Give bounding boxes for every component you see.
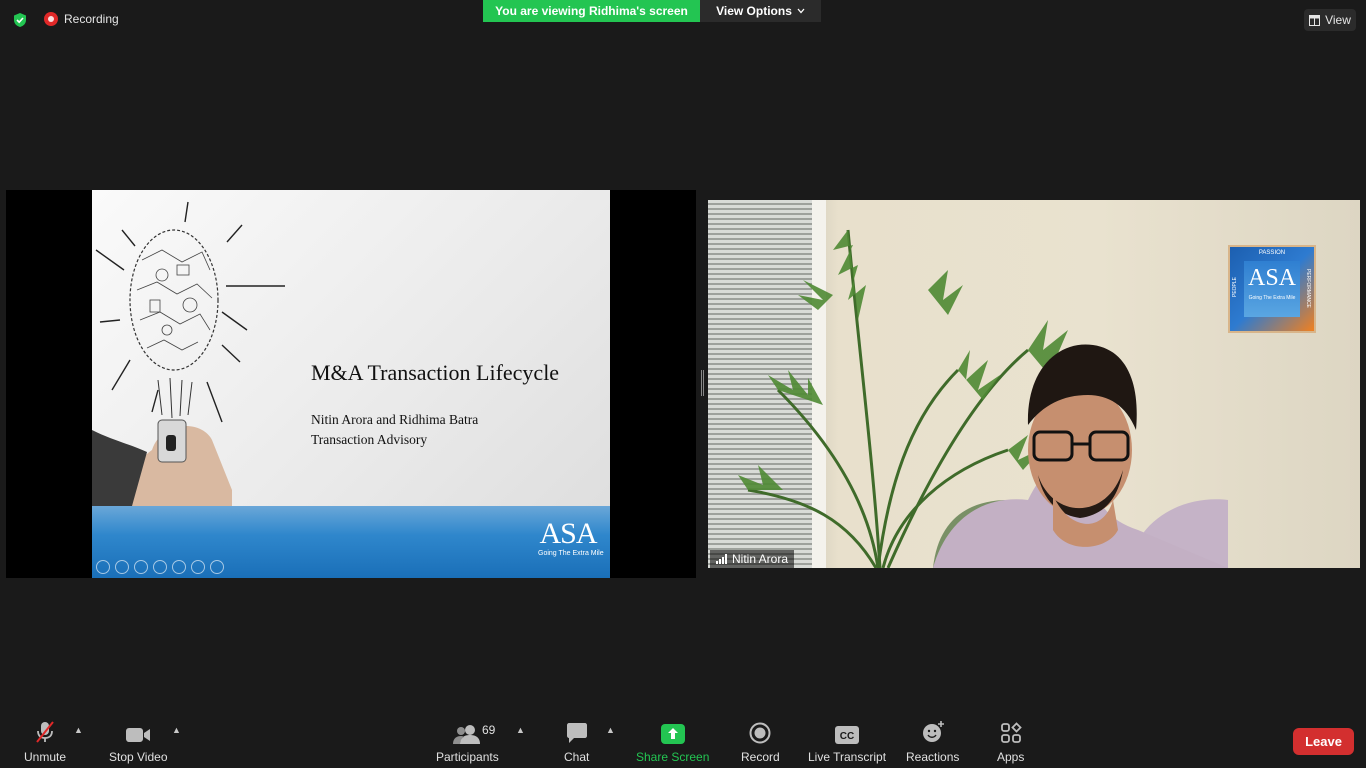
viewing-screen-banner: You are viewing Ridhima's screen — [483, 0, 700, 22]
participant-video-tile[interactable]: PASSION PEOPLE PERFORMANCE ASA Going The… — [708, 200, 1360, 568]
security-shield-icon[interactable] — [12, 12, 28, 28]
panel-splitter-handle[interactable] — [701, 370, 704, 396]
poster-logo: ASA Going The Extra Mile — [1244, 261, 1300, 317]
participants-options-caret-icon[interactable]: ▲ — [516, 725, 525, 735]
more-options-icon[interactable] — [210, 560, 224, 574]
lightbulb-sketch-illustration — [92, 201, 285, 506]
poster-tagline: Going The Extra Mile — [1248, 295, 1296, 301]
live-transcript-label: Live Transcript — [808, 750, 887, 764]
pen-icon[interactable] — [134, 560, 148, 574]
record-button[interactable]: Record — [741, 720, 780, 764]
meeting-controls-toolbar: Unmute ▲ Stop Video ▲ Participants 69 ▲ … — [0, 710, 1366, 768]
people-icon — [453, 725, 481, 744]
chat-bubble-icon — [566, 723, 587, 743]
poster-performance-text: PERFORMANCE — [1305, 269, 1311, 308]
presentation-slide: M&A Transaction Lifecycle Nitin Arora an… — [92, 190, 610, 578]
subtitle-icon[interactable] — [191, 560, 205, 574]
slide-title: M&A Transaction Lifecycle — [311, 360, 560, 385]
view-layout-button[interactable]: View — [1304, 9, 1356, 31]
live-transcript-button[interactable]: CC Live Transcript — [808, 720, 886, 764]
zoom-meeting-window: Recording You are viewing Ridhima's scre… — [0, 0, 1366, 768]
chat-options-caret-icon[interactable]: ▲ — [606, 725, 615, 735]
unmute-label: Unmute — [24, 750, 67, 764]
chat-button[interactable]: Chat — [564, 720, 589, 764]
record-label: Record — [741, 750, 780, 764]
smiley-plus-icon — [922, 721, 944, 742]
asa-logo-tagline: Going The Extra Mile — [538, 550, 604, 557]
slide-subtitle: Nitin Arora and Ridhima Batra Transactio… — [311, 410, 478, 450]
view-options-button[interactable]: View Options — [700, 0, 821, 22]
cc-icon: CC — [835, 726, 860, 744]
asa-logo-text: ASA — [539, 517, 597, 550]
shared-screen-area[interactable]: M&A Transaction Lifecycle Nitin Arora an… — [6, 190, 696, 578]
slide-department: Transaction Advisory — [311, 432, 428, 447]
poster-logo-text: ASA — [1247, 265, 1296, 291]
apps-label: Apps — [997, 750, 1025, 764]
poster-passion-text: PASSION — [1258, 250, 1286, 256]
stop-video-button[interactable]: Stop Video — [109, 720, 168, 764]
mic-muted-icon — [36, 721, 54, 743]
signal-strength-icon — [716, 554, 727, 564]
view-label: View — [1325, 13, 1351, 27]
svg-text:CC: CC — [840, 731, 854, 742]
slide-controls — [96, 560, 224, 574]
reactions-button[interactable]: Reactions — [906, 720, 959, 764]
share-screen-button[interactable]: Share Screen — [636, 720, 709, 764]
zoom-icon[interactable] — [172, 560, 186, 574]
audio-options-caret-icon[interactable]: ▲ — [74, 725, 83, 735]
participants-count: 69 — [482, 723, 496, 737]
apps-icon — [1000, 722, 1022, 743]
chevron-down-icon — [797, 8, 805, 14]
video-camera-icon — [126, 728, 151, 742]
asa-logo: ASA Going The Extra Mile — [538, 517, 604, 558]
chat-label: Chat — [564, 750, 590, 764]
previous-slide-icon[interactable] — [96, 560, 110, 574]
asa-wall-poster: PASSION PEOPLE PERFORMANCE ASA Going The… — [1228, 245, 1316, 333]
leave-button[interactable]: Leave — [1293, 728, 1354, 755]
poster-people-text: PEOPLE — [1232, 277, 1238, 298]
unmute-button[interactable]: Unmute — [24, 720, 66, 764]
video-options-caret-icon[interactable]: ▲ — [172, 725, 181, 735]
recording-indicator[interactable]: Recording — [44, 12, 119, 26]
grid-icon — [1309, 14, 1321, 26]
view-options-label: View Options — [716, 4, 792, 18]
participant-name: Nitin Arora — [732, 552, 789, 566]
record-icon — [749, 722, 771, 744]
next-slide-icon[interactable] — [115, 560, 129, 574]
share-screen-label: Share Screen — [636, 750, 710, 764]
recording-label: Recording — [64, 12, 119, 26]
stop-video-label: Stop Video — [109, 750, 168, 764]
reactions-label: Reactions — [906, 750, 960, 764]
slides-icon[interactable] — [153, 560, 167, 574]
share-arrow-icon — [660, 724, 685, 744]
slide-presenters: Nitin Arora and Ridhima Batra — [311, 412, 479, 427]
record-dot-icon — [44, 12, 58, 26]
participant-name-label: Nitin Arora — [710, 550, 795, 568]
participants-label: Participants — [436, 750, 499, 764]
apps-button[interactable]: Apps — [997, 720, 1024, 764]
